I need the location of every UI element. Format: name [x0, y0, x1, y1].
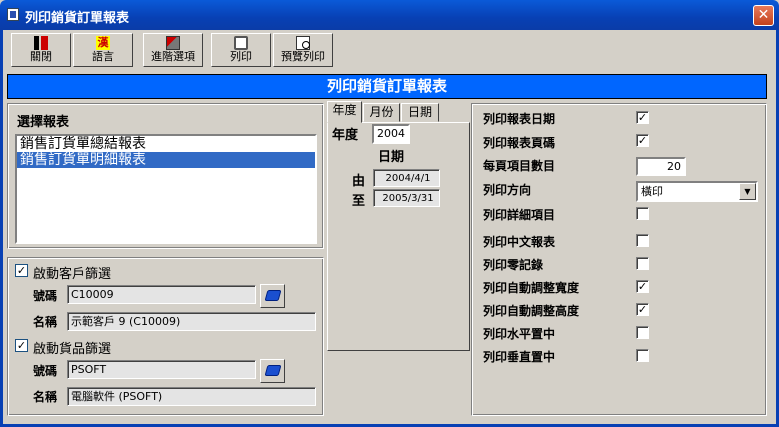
print-button[interactable]: 列印 [211, 33, 271, 67]
customer-filter-label: 啟動客戶篩選 [33, 267, 112, 282]
app-icon [7, 8, 19, 21]
title-bar: 列印銷貨訂單報表 ✕ [0, 0, 779, 30]
print-orientation-label: 列印方向 [483, 183, 532, 197]
print-zero-records-label: 列印零記錄 [483, 258, 544, 272]
auto-height-checkbox[interactable]: ✓ [636, 303, 649, 316]
print-button-label: 列印 [230, 50, 252, 63]
report-list-item-selected[interactable]: 銷售訂貨單明細報表 [17, 152, 315, 168]
print-details-checkbox[interactable] [636, 207, 649, 220]
window-close-button[interactable]: ✕ [753, 5, 774, 26]
items-per-page-label: 每頁項目數目 [483, 159, 556, 173]
tab-month[interactable]: 月份 [363, 103, 400, 122]
center-vertical-checkbox[interactable] [636, 349, 649, 362]
print-page-number-label: 列印報表頁碼 [483, 136, 556, 150]
to-label: 至 [352, 194, 366, 209]
year-field[interactable]: 2004 [372, 124, 410, 144]
customer-lookup-button[interactable] [260, 284, 285, 308]
advanced-options-button[interactable]: 進階選項 [143, 33, 203, 67]
auto-width-checkbox[interactable]: ✓ [636, 280, 649, 293]
print-preview-label: 預覽列印 [281, 50, 325, 63]
language-button[interactable]: 漢 語言 [73, 33, 133, 67]
language-icon: 漢 [96, 36, 110, 50]
print-zero-records-checkbox[interactable] [636, 257, 649, 270]
product-lookup-button[interactable] [260, 359, 285, 383]
print-preview-button[interactable]: 預覽列印 [273, 33, 333, 67]
book-icon [264, 365, 281, 376]
to-date-field: 2005/3/31 [373, 189, 440, 207]
report-banner: 列印銷貨訂單報表 [7, 74, 767, 99]
customer-code-label: 號碼 [33, 289, 58, 303]
close-button-label: 關閉 [30, 50, 52, 63]
center-horizontal-checkbox[interactable] [636, 326, 649, 339]
from-date-field: 2004/4/1 [373, 169, 440, 187]
exit-icon [34, 36, 48, 50]
customer-name-label: 名稱 [33, 315, 58, 329]
from-label: 由 [352, 174, 366, 189]
chevron-down-icon[interactable]: ▼ [739, 183, 756, 200]
print-report-date-checkbox[interactable]: ✓ [636, 111, 649, 124]
customer-name-field: 示範客戶 9 (C10009) [67, 312, 316, 331]
customer-filter-checkbox[interactable]: ✓ [15, 264, 28, 277]
tab-year[interactable]: 年度 [327, 101, 362, 123]
year-label: 年度 [332, 128, 359, 143]
center-vertical-label: 列印垂直置中 [483, 350, 556, 364]
print-chinese-report-label: 列印中文報表 [483, 235, 556, 249]
report-select-heading: 選擇報表 [17, 115, 70, 130]
print-orientation-value: 橫印 [641, 185, 663, 198]
product-name-field: 電腦軟件 (PSOFT) [67, 387, 316, 406]
product-filter-label: 啟動貨品篩選 [33, 342, 112, 357]
language-button-label: 語言 [92, 50, 114, 63]
product-name-label: 名稱 [33, 390, 58, 404]
product-filter-checkbox[interactable]: ✓ [15, 339, 28, 352]
report-list-item[interactable]: 銷售訂貨單總結報表 [17, 136, 315, 152]
auto-height-label: 列印自動調整高度 [483, 304, 580, 318]
report-listbox[interactable]: 銷售訂貨單總結報表 銷售訂貨單明細報表 [15, 134, 317, 244]
print-page-number-checkbox[interactable]: ✓ [636, 134, 649, 147]
book-icon [264, 290, 281, 301]
print-report-date-label: 列印報表日期 [483, 112, 556, 126]
auto-width-label: 列印自動調整寬度 [483, 281, 580, 295]
printer-icon [234, 36, 248, 50]
date-heading: 日期 [378, 150, 405, 165]
customer-code-field[interactable]: C10009 [67, 285, 256, 304]
close-button[interactable]: 關閉 [11, 33, 71, 67]
tab-date[interactable]: 日期 [401, 103, 439, 122]
tools-icon [166, 36, 180, 50]
product-code-label: 號碼 [33, 364, 58, 378]
preview-icon [296, 36, 310, 50]
window-title: 列印銷貨訂單報表 [25, 11, 130, 26]
print-chinese-report-checkbox[interactable] [636, 234, 649, 247]
center-horizontal-label: 列印水平置中 [483, 327, 556, 341]
items-per-page-field[interactable]: 20 [636, 157, 686, 176]
print-details-label: 列印詳細項目 [483, 208, 556, 222]
advanced-options-label: 進階選項 [151, 50, 195, 63]
product-code-field[interactable]: PSOFT [67, 360, 256, 379]
